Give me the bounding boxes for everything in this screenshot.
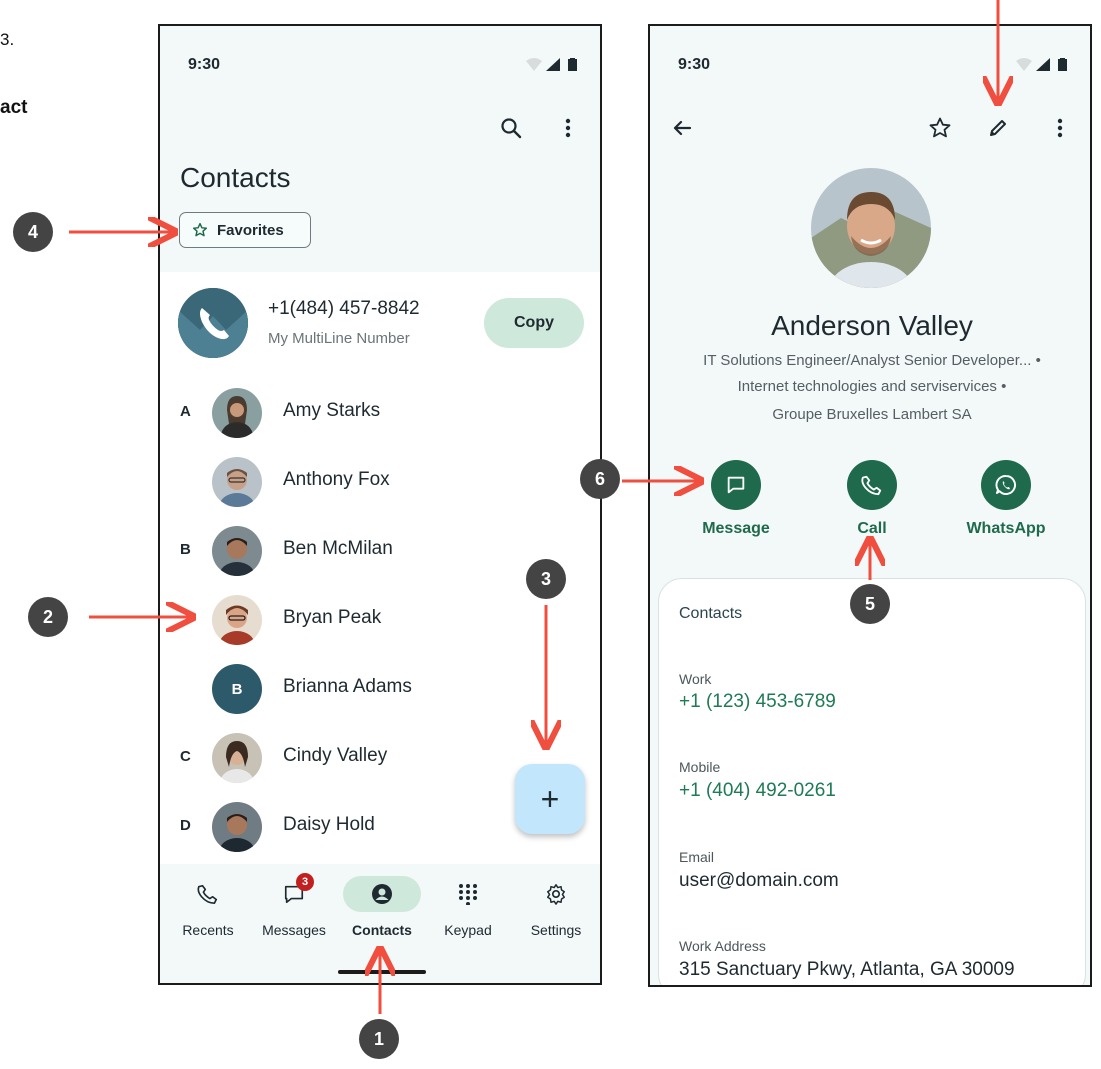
contact-organization-line: Groupe Bruxelles Lambert SA <box>772 406 972 423</box>
nav-keypad[interactable]: Keypad <box>424 876 512 946</box>
avatar <box>212 388 262 438</box>
contact-company-line: Internet technologies and serviservices … <box>737 378 1007 395</box>
avatar <box>212 733 262 783</box>
field-label-mobile: Mobile <box>679 759 721 775</box>
phone-icon <box>847 460 897 510</box>
section-letter: C <box>180 748 191 765</box>
multiline-logo <box>178 288 248 358</box>
contact-name: Amy Starks <box>283 400 381 421</box>
action-label: Message <box>702 520 770 537</box>
avatar <box>212 595 262 645</box>
avatar <box>212 526 262 576</box>
contact-title-line: IT Solutions Engineer/Analyst Senior Dev… <box>703 352 1041 369</box>
callout-badge-5: 5 <box>850 584 890 624</box>
profile-photo <box>811 168 931 288</box>
page-fragment-2: act <box>0 97 28 118</box>
edit-pencil-icon[interactable] <box>982 112 1014 144</box>
contact-detail-screen: 9:30 Anderson Valley IT Solutions Engine… <box>648 24 1092 987</box>
home-indicator <box>338 970 426 974</box>
callout-badge-2: 2 <box>28 597 68 637</box>
status-time: 9:30 <box>188 56 221 73</box>
phone-icon <box>178 876 238 912</box>
contacts-list-screen: 9:30 Contacts Favorites +1(484) 457-8842… <box>158 24 602 985</box>
whatsapp-icon <box>981 460 1031 510</box>
callout-badge-1: 1 <box>359 1019 399 1059</box>
favorites-label: Favorites <box>217 221 284 239</box>
multiline-number-row: +1(484) 457-8842 My MultiLine Number Cop… <box>160 288 600 360</box>
contact-name: Daisy Hold <box>283 814 375 835</box>
contact-name: Bryan Peak <box>283 607 382 628</box>
contact-name: Brianna Adams <box>283 676 412 697</box>
multiline-number: +1(484) 457-8842 <box>268 298 420 319</box>
star-outline-icon <box>192 222 208 237</box>
contact-name: Ben McMilan <box>283 538 393 559</box>
call-action[interactable]: Call <box>802 460 942 538</box>
page-fragment-1: 3. <box>0 30 15 49</box>
section-letter: A <box>180 403 191 420</box>
whatsapp-action[interactable]: WhatsApp <box>936 460 1076 538</box>
avatar-initial: B <box>212 664 262 714</box>
nav-label: Keypad <box>444 922 492 938</box>
avatar <box>212 802 262 852</box>
contact-name: Cindy Valley <box>283 745 388 766</box>
work-address-value[interactable]: 315 Sanctuary Pkwy, Atlanta, GA 30009 <box>679 959 1015 981</box>
chat-icon: 3 <box>264 873 324 912</box>
status-time: 9:30 <box>678 56 711 73</box>
gear-icon <box>526 876 586 912</box>
field-label-work-address: Work Address <box>679 938 766 954</box>
contact-full-name: Anderson Valley <box>771 310 973 341</box>
nav-contacts[interactable]: Contacts <box>338 876 426 946</box>
more-options-icon[interactable] <box>552 112 584 144</box>
contact-name: Anthony Fox <box>283 469 390 490</box>
unread-badge: 3 <box>296 873 314 891</box>
nav-settings[interactable]: Settings <box>512 876 600 946</box>
more-options-icon[interactable] <box>1044 112 1076 144</box>
bottom-navigation: Recents 3 Messages Contacts Keypad Setti… <box>160 864 600 983</box>
field-label-email: Email <box>679 849 715 865</box>
callout-badge-6: 6 <box>580 459 620 499</box>
mobile-phone-link[interactable]: +1 (404) 492-0261 <box>679 780 836 802</box>
field-label-work: Work <box>679 671 712 687</box>
search-icon[interactable] <box>495 112 527 144</box>
nav-messages[interactable]: 3 Messages <box>250 873 338 946</box>
contact-row-anthony-fox[interactable]: Anthony Fox <box>160 453 600 513</box>
section-letter: B <box>180 541 191 558</box>
nav-label: Recents <box>182 922 234 938</box>
callout-badge-4: 4 <box>13 212 53 252</box>
status-signal-battery-icon <box>1016 58 1067 71</box>
avatar <box>212 457 262 507</box>
action-label: Call <box>857 520 887 537</box>
callout-badge-3: 3 <box>526 559 566 599</box>
star-outline-icon[interactable] <box>924 112 956 144</box>
dialpad-icon <box>438 876 498 912</box>
contact-info-card: Contacts Work +1 (123) 453-6789 Mobile +… <box>658 578 1086 985</box>
multiline-label: My MultiLine Number <box>268 330 410 347</box>
contact-row-bryan-peak[interactable]: Bryan Peak <box>160 591 600 651</box>
back-arrow-icon[interactable] <box>666 112 698 144</box>
message-action[interactable]: Message <box>666 460 806 538</box>
contact-row-amy-starks[interactable]: A Amy Starks <box>160 384 600 444</box>
person-icon <box>343 876 421 912</box>
copy-button[interactable]: Copy <box>484 298 584 348</box>
section-letter: D <box>180 817 191 834</box>
contact-row-brianna-adams[interactable]: B Brianna Adams <box>160 660 600 720</box>
nav-recents[interactable]: Recents <box>164 876 252 946</box>
favorites-chip[interactable]: Favorites <box>179 212 311 248</box>
card-title: Contacts <box>679 605 743 622</box>
add-contact-button[interactable]: + <box>515 764 585 834</box>
work-phone-link[interactable]: +1 (123) 453-6789 <box>679 691 836 713</box>
page-title: Contacts <box>180 162 291 193</box>
action-label: WhatsApp <box>966 520 1046 537</box>
nav-label: Messages <box>262 922 326 938</box>
nav-label: Settings <box>530 922 582 938</box>
message-icon <box>711 460 761 510</box>
status-signal-battery-icon <box>526 58 577 71</box>
email-value[interactable]: user@domain.com <box>679 870 839 892</box>
nav-label: Contacts <box>352 922 412 938</box>
